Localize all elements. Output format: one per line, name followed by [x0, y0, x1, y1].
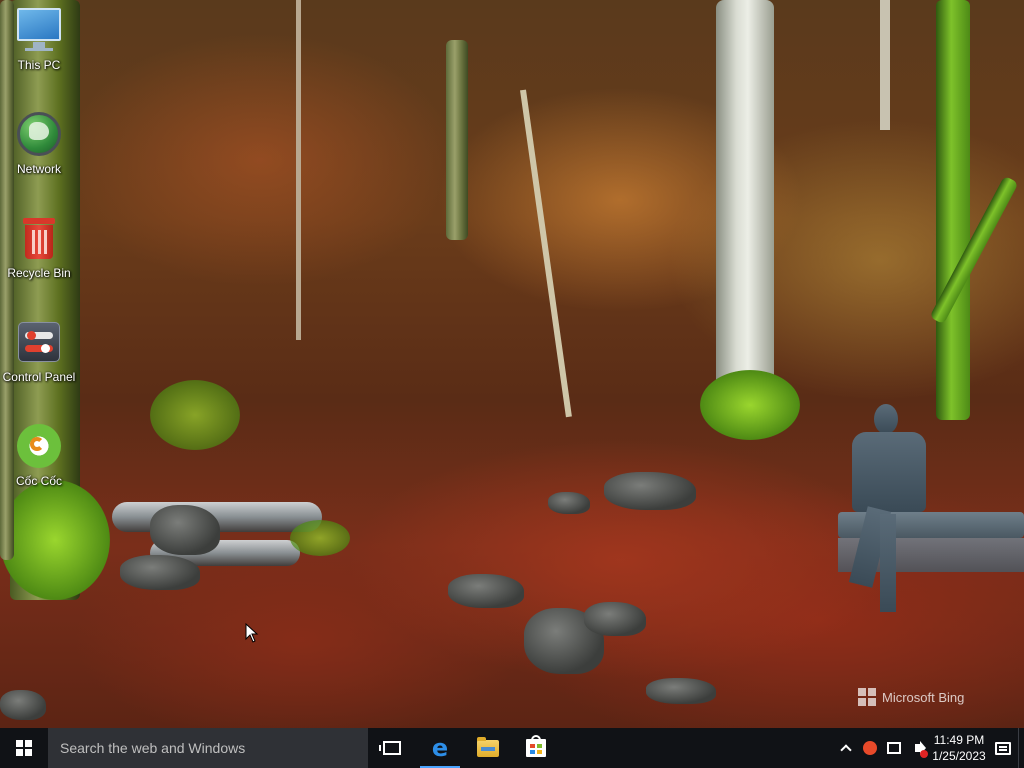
- start-button[interactable]: [0, 728, 48, 768]
- clock-time: 11:49 PM: [933, 733, 985, 747]
- edge-icon: e: [431, 734, 449, 762]
- recycle-bin-icon: [15, 214, 63, 262]
- network-icon: [887, 742, 901, 754]
- desktop-wallpaper: [0, 0, 1024, 728]
- chevron-up-icon: [840, 744, 852, 756]
- show-hidden-icons-button[interactable]: [834, 728, 858, 768]
- folder-icon: [477, 736, 499, 757]
- desktop-icon-label: Recycle Bin: [7, 266, 71, 280]
- volume-muted-icon: [920, 750, 928, 758]
- taskbar-edge-button[interactable]: e: [416, 728, 464, 768]
- desktop-icon-label: Network: [16, 162, 61, 176]
- task-view-button[interactable]: [368, 728, 416, 768]
- store-icon: [526, 735, 546, 757]
- volume-button[interactable]: [906, 728, 930, 768]
- network-status-button[interactable]: [882, 728, 906, 768]
- windows-logo-icon: [16, 740, 32, 756]
- desktop-icon-control-panel[interactable]: Control Panel: [0, 312, 78, 408]
- system-tray: 11:49 PM 1/25/2023: [834, 728, 1024, 768]
- bing-watermark-text: Microsoft Bing: [882, 689, 965, 705]
- coccoc-tray-icon: [863, 741, 877, 755]
- taskbar-clock[interactable]: 11:49 PM 1/25/2023: [930, 732, 988, 764]
- bing-watermark: Microsoft Bing: [858, 688, 964, 706]
- desktop-icon-recycle-bin[interactable]: Recycle Bin: [0, 208, 78, 304]
- action-center-button[interactable]: [988, 728, 1018, 768]
- microsoft-logo-icon: [858, 688, 876, 706]
- control-panel-icon: [15, 318, 63, 366]
- taskbar-search-box[interactable]: [48, 728, 368, 768]
- desktop-icon-label: Control Panel: [2, 370, 76, 384]
- desktop-icon-network[interactable]: Network: [0, 104, 78, 200]
- action-center-icon: [995, 741, 1011, 755]
- mouse-pointer-icon: [245, 623, 259, 643]
- search-input[interactable]: [60, 740, 368, 756]
- task-view-icon: [379, 741, 401, 755]
- show-desktop-button[interactable]: [1018, 728, 1024, 768]
- monitor-icon: [15, 6, 63, 54]
- clock-date: 1/25/2023: [932, 749, 986, 763]
- desktop-icon-coccoc[interactable]: Cốc Cốc: [0, 416, 78, 512]
- taskbar-store-button[interactable]: [512, 728, 560, 768]
- globe-icon: [15, 110, 63, 158]
- desktop-icon-this-pc[interactable]: This PC: [0, 0, 78, 96]
- desktop-icon-label: This PC: [17, 58, 61, 72]
- taskbar: e 11:49 PM 1/25/2023: [0, 728, 1024, 768]
- desktop-icon-label: Cốc Cốc: [15, 474, 62, 488]
- coccoc-browser-icon: [15, 422, 63, 470]
- taskbar-file-explorer-button[interactable]: [464, 728, 512, 768]
- tray-coccoc-button[interactable]: [858, 728, 882, 768]
